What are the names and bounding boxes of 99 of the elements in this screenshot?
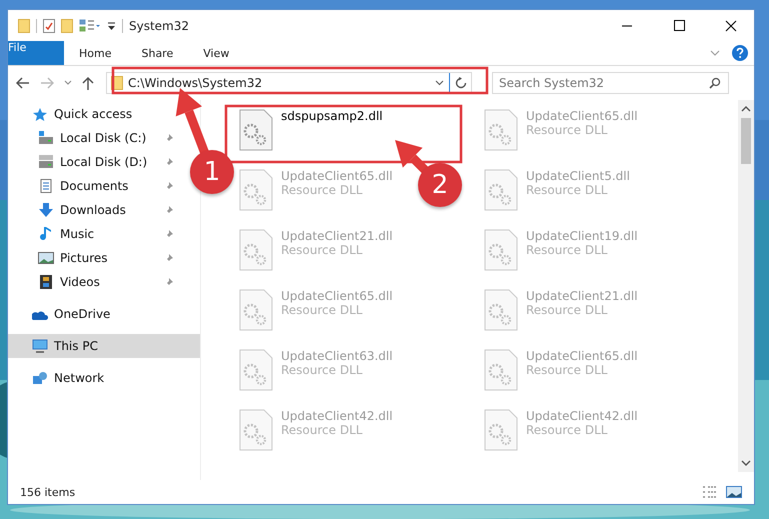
up-arrow-icon[interactable] xyxy=(82,76,94,90)
dll-file-icon xyxy=(239,109,273,151)
file-name: UpdateClient63.dll xyxy=(281,349,393,363)
new-folder-icon[interactable] xyxy=(61,18,73,32)
scroll-thumb[interactable] xyxy=(741,118,751,164)
dll-file-icon xyxy=(484,109,518,151)
recent-dropdown-icon[interactable] xyxy=(64,80,72,86)
window-title: System32 xyxy=(129,18,190,32)
down-arrow-icon xyxy=(38,203,54,217)
search-field[interactable]: Search System32 xyxy=(492,72,729,94)
dll-file-icon xyxy=(484,169,518,211)
dll-file-icon xyxy=(239,289,273,331)
dll-file-icon xyxy=(239,229,273,271)
file-type: Resource DLL xyxy=(281,423,364,437)
forward-arrow-icon[interactable] xyxy=(40,77,54,89)
ribbon-tab[interactable]: Share xyxy=(126,41,188,65)
star-icon xyxy=(32,107,48,121)
dll-file-icon xyxy=(484,409,518,451)
back-arrow-icon[interactable] xyxy=(16,77,30,89)
file-type: Resource DLL xyxy=(281,243,364,257)
address-path: C:\Windows\System32 xyxy=(128,76,264,90)
dll-file-icon xyxy=(484,229,518,271)
large-icons-view-icon[interactable] xyxy=(726,485,742,499)
view-layout-icon[interactable] xyxy=(79,18,101,32)
details-view-icon[interactable] xyxy=(702,485,718,499)
help-icon[interactable] xyxy=(732,45,748,61)
nav-label: Documents xyxy=(60,179,130,193)
nav-label: Videos xyxy=(60,275,101,289)
search-icon xyxy=(709,77,721,89)
nav-label: Music xyxy=(60,227,96,241)
file-type: Resource DLL xyxy=(526,243,608,257)
scroll-up-icon[interactable] xyxy=(741,106,751,112)
file-name: sdspupsamp2.dll xyxy=(281,109,383,123)
close-icon xyxy=(725,20,737,32)
minimize-icon xyxy=(621,24,633,26)
dll-file-icon xyxy=(239,169,273,211)
film-icon xyxy=(38,275,54,289)
nav-label: Pictures xyxy=(60,251,109,265)
nav-item[interactable]: OneDrive xyxy=(8,302,118,326)
nav-label: This PC xyxy=(54,339,98,353)
scroll-down-icon[interactable] xyxy=(741,460,751,466)
dll-file-icon xyxy=(484,349,518,391)
nav-label: OneDrive xyxy=(54,307,110,321)
folder-icon[interactable] xyxy=(18,18,30,32)
file-name: UpdateClient65.dll xyxy=(281,289,393,303)
file-name: UpdateClient42.dll xyxy=(526,409,638,423)
file-name: UpdateClient65.dll xyxy=(526,109,638,123)
dll-file-icon xyxy=(484,289,518,331)
nav-item[interactable]: Pictures xyxy=(8,246,182,270)
document-icon xyxy=(38,179,54,193)
file-type: Resource DLL xyxy=(526,183,608,197)
item-count: 156 items xyxy=(20,486,76,498)
landscape-icon xyxy=(38,251,54,265)
nav-label: Local Disk (D:) xyxy=(60,155,148,169)
dll-file-icon xyxy=(239,349,273,391)
scrollbar[interactable] xyxy=(738,100,754,472)
nav-item[interactable]: Local Disk (D:) xyxy=(8,150,182,174)
file-name: UpdateClient21.dll xyxy=(281,229,393,243)
nav-item[interactable]: Network xyxy=(8,366,112,390)
nav-item[interactable]: This PC xyxy=(8,334,200,358)
customize-dropdown-icon[interactable] xyxy=(107,20,116,30)
network-icon xyxy=(32,371,48,385)
address-bar[interactable]: C:\Windows\System32 xyxy=(106,72,472,94)
nav-item[interactable]: Music xyxy=(8,222,182,246)
file-name: UpdateClient5.dll xyxy=(526,169,630,183)
nav-label: Local Disk (C:) xyxy=(60,131,148,145)
nav-item[interactable]: Downloads xyxy=(8,198,182,222)
monitor-icon xyxy=(32,339,48,353)
dll-file-icon xyxy=(239,409,273,451)
chevron-down-icon[interactable] xyxy=(435,80,444,86)
file-type: Resource DLL xyxy=(526,303,608,317)
drive-icon xyxy=(38,155,54,169)
nav-label: Network xyxy=(54,371,104,385)
file-name: UpdateClient65.dll xyxy=(526,349,638,363)
music-note-icon xyxy=(38,227,54,241)
maximize-icon xyxy=(674,20,684,31)
file-item[interactable]: sdspupsamp2.dll xyxy=(237,106,385,166)
refresh-icon[interactable] xyxy=(455,77,467,89)
nav-label: Downloads xyxy=(60,203,127,217)
file-name: UpdateClient19.dll xyxy=(526,229,638,243)
file-type: Resource DLL xyxy=(281,303,364,317)
ribbon-tab[interactable]: Home xyxy=(64,41,126,65)
file-name: UpdateClient65.dll xyxy=(281,169,393,183)
ribbon-tab[interactable]: View xyxy=(188,41,244,65)
file-name: UpdateClient42.dll xyxy=(281,409,393,423)
nav-item[interactable]: Quick access xyxy=(8,102,140,126)
file-type: Resource DLL xyxy=(281,183,364,197)
nav-item[interactable]: Documents xyxy=(8,174,182,198)
file-type: Resource DLL xyxy=(526,123,608,137)
properties-icon[interactable] xyxy=(43,18,55,32)
nav-item[interactable]: Local Disk (C:) xyxy=(8,126,182,150)
ribbon-tab[interactable]: File xyxy=(8,41,64,65)
file-type: Resource DLL xyxy=(281,363,364,377)
file-name: UpdateClient21.dll xyxy=(526,289,638,303)
file-type: Resource DLL xyxy=(526,423,608,437)
file-type: Resource DLL xyxy=(526,363,608,377)
nav-label: Quick access xyxy=(54,107,132,121)
nav-item[interactable]: Videos xyxy=(8,270,182,294)
drive-icon xyxy=(38,131,54,145)
